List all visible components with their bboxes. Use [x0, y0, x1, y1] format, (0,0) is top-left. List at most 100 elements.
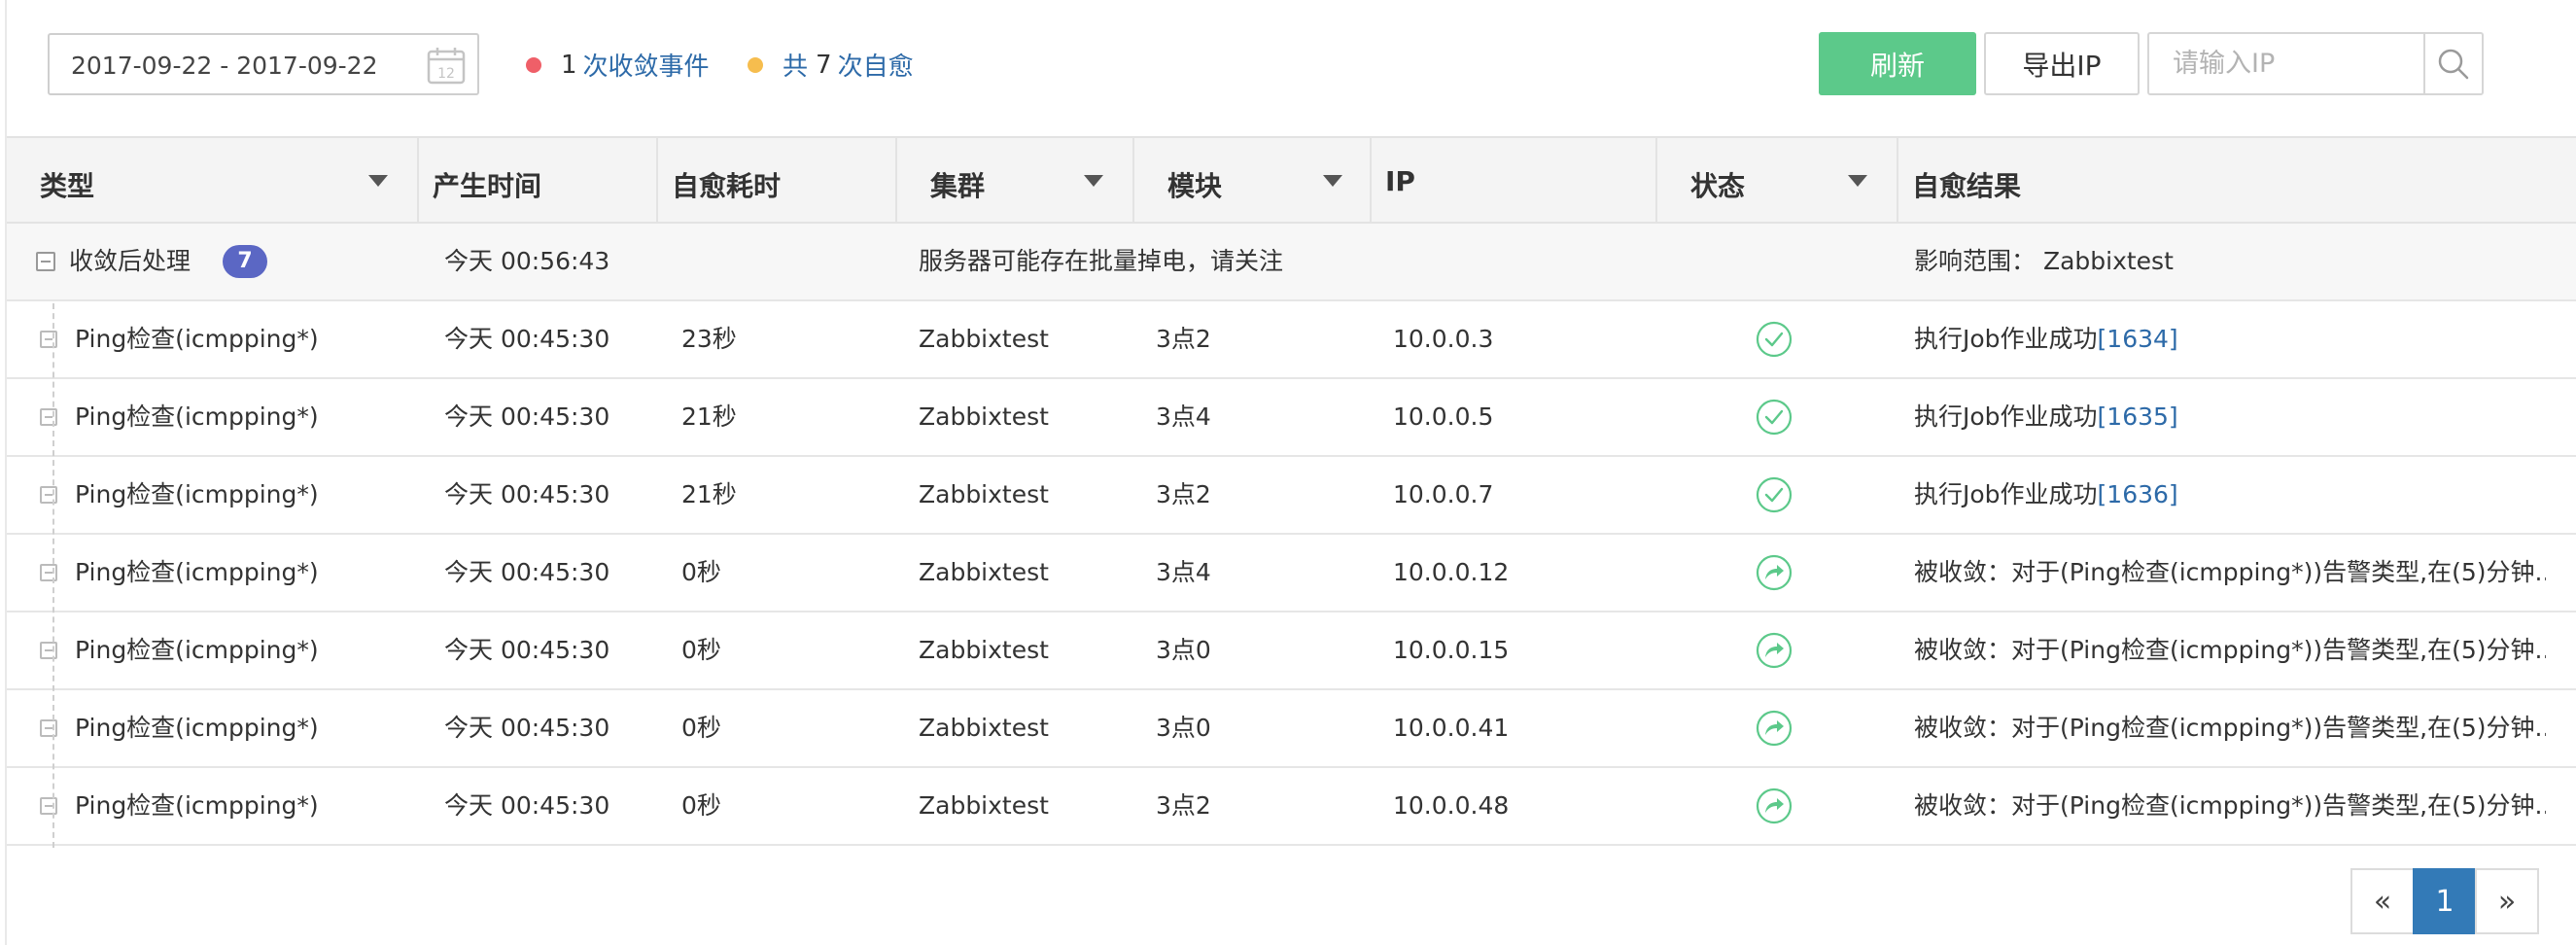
converge-legend: 1 次收敛事件 [526, 47, 710, 83]
group-scope: 影响范围： Zabbixtest [1914, 247, 2174, 275]
table-row[interactable]: Ping检查(icmpping*) 今天 00:45:30 0秒 Zabbixtest… [7, 612, 2576, 690]
row-type: Ping检查(icmpping*) [75, 558, 319, 586]
row-ip: 10.0.0.12 [1393, 558, 1510, 586]
row-result: 被收敛：对于(Ping检查(icmpping*))告警类型,在(5)分钟... [1914, 690, 2546, 766]
cluster-filter-caret[interactable] [1084, 175, 1103, 187]
row-duration: 23秒 [681, 325, 737, 353]
row-time: 今天 00:45:30 [444, 791, 610, 820]
row-ip: 10.0.0.5 [1393, 402, 1494, 431]
table-row[interactable]: Ping检查(icmpping*) 今天 00:45:30 21秒 Zabbixtes… [7, 379, 2576, 457]
success-check-icon [1756, 399, 1793, 436]
row-module: 3点2 [1156, 480, 1211, 508]
converged-share-icon [1756, 710, 1793, 747]
ip-search-input[interactable] [2149, 34, 2425, 93]
row-result-text: 被收敛：对于(Ping检查(icmpping*))告警类型,在(5)分钟... [1914, 636, 2546, 664]
row-module: 3点2 [1156, 325, 1211, 353]
row-time: 今天 00:45:30 [444, 714, 610, 742]
row-time: 今天 00:45:30 [444, 636, 610, 664]
row-toggle[interactable] [40, 564, 57, 581]
row-result: 被收敛：对于(Ping检查(icmpping*))告警类型,在(5)分钟... [1914, 535, 2546, 611]
row-ip: 10.0.0.3 [1393, 325, 1494, 353]
row-duration: 0秒 [681, 791, 721, 820]
heal-legend: 共 7 次自愈 [748, 47, 914, 83]
heal-dot [748, 56, 763, 73]
row-result-text: 执行Job作业成功 [1914, 402, 2098, 431]
row-duration: 21秒 [681, 480, 737, 508]
row-module: 3点0 [1156, 714, 1211, 742]
group-message: 服务器可能存在批量掉电，请关注 [919, 247, 1284, 275]
job-id-link[interactable]: [1634] [2098, 325, 2178, 353]
row-ip: 10.0.0.7 [1393, 480, 1494, 508]
module-filter-caret[interactable] [1323, 175, 1342, 187]
heal-count: 7 [816, 50, 832, 80]
search-icon [2438, 49, 2469, 79]
column-module: 模块 [1134, 138, 1372, 224]
alarm-panel: 2017-09-22 - 2017-09-22 12 1 次收敛事件 共 7 次… [5, 0, 2576, 945]
row-toggle[interactable] [40, 642, 57, 659]
row-result: 执行Job作业成功[1635] [1914, 379, 2178, 455]
row-ip: 10.0.0.48 [1393, 791, 1510, 820]
row-type: Ping检查(icmpping*) [75, 325, 319, 353]
column-cluster: 集群 [897, 138, 1134, 224]
type-filter-caret[interactable] [368, 175, 388, 187]
prev-page-button[interactable]: « [2350, 868, 2415, 934]
row-cluster: Zabbixtest [919, 325, 1049, 353]
row-toggle[interactable] [40, 486, 57, 504]
ip-search [2147, 32, 2484, 95]
calendar-icon[interactable]: 12 [427, 46, 466, 85]
job-id-link[interactable]: [1636] [2098, 480, 2178, 508]
table-row[interactable]: Ping检查(icmpping*) 今天 00:45:30 0秒 Zabbixtest… [7, 768, 2576, 846]
next-page-button[interactable]: » [2475, 868, 2539, 934]
column-result: 自愈结果 [1912, 170, 2022, 202]
table-row[interactable]: Ping检查(icmpping*) 今天 00:45:30 23秒 Zabbixtes… [7, 301, 2576, 379]
row-type: Ping检查(icmpping*) [75, 636, 319, 664]
table-row[interactable]: Ping检查(icmpping*) 今天 00:45:30 0秒 Zabbixtest… [7, 690, 2576, 768]
row-time: 今天 00:45:30 [444, 480, 610, 508]
row-result-text: 执行Job作业成功 [1914, 325, 2098, 353]
converge-dot [526, 56, 541, 73]
success-check-icon [1756, 476, 1793, 513]
converged-share-icon [1756, 632, 1793, 669]
row-result-text: 被收敛：对于(Ping检查(icmpping*))告警类型,在(5)分钟... [1914, 714, 2546, 742]
table-row[interactable]: Ping检查(icmpping*) 今天 00:45:30 21秒 Zabbixtes… [7, 457, 2576, 535]
row-result: 执行Job作业成功[1636] [1914, 457, 2178, 533]
pagination: « 1 » [2350, 868, 2539, 934]
row-cluster: Zabbixtest [919, 558, 1049, 586]
row-cluster: Zabbixtest [919, 714, 1049, 742]
heal-prefix[interactable]: 共 [783, 47, 808, 83]
collapse-group-toggle[interactable] [36, 252, 55, 271]
row-duration: 21秒 [681, 402, 737, 431]
row-result-text: 被收敛：对于(Ping检查(icmpping*))告警类型,在(5)分钟... [1914, 791, 2546, 820]
tree-guide-line [52, 303, 54, 848]
refresh-button[interactable]: 刷新 [1819, 32, 1976, 95]
row-duration: 0秒 [681, 558, 721, 586]
row-toggle[interactable] [40, 719, 57, 737]
search-button[interactable] [2423, 34, 2482, 93]
table-row[interactable]: Ping检查(icmpping*) 今天 00:45:30 0秒 Zabbixtest… [7, 535, 2576, 612]
page-button-current[interactable]: 1 [2413, 868, 2477, 934]
converged-share-icon [1756, 554, 1793, 591]
table-header: 类型 产生时间 自愈耗时 集群 模块 IP 状态 自愈结果 [7, 136, 2576, 224]
toolbar: 2017-09-22 - 2017-09-22 12 1 次收敛事件 共 7 次… [7, 0, 2576, 136]
heal-events-link[interactable]: 次自愈 [838, 47, 914, 83]
converge-events-link[interactable]: 次收敛事件 [583, 47, 710, 83]
row-duration: 0秒 [681, 636, 721, 664]
column-status: 状态 [1657, 138, 1898, 224]
row-time: 今天 00:45:30 [444, 325, 610, 353]
group-row[interactable]: 收敛后处理 7 今天 00:56:43 服务器可能存在批量掉电，请关注 影响范围… [7, 224, 2576, 301]
export-ip-button[interactable]: 导出IP [1984, 32, 2140, 95]
row-toggle[interactable] [40, 408, 57, 426]
row-toggle[interactable] [40, 797, 57, 815]
converge-count: 1 [561, 50, 577, 80]
column-time: 产生时间 [419, 138, 658, 224]
row-type: Ping检查(icmpping*) [75, 402, 319, 431]
group-type: 收敛后处理 [69, 247, 191, 275]
row-type: Ping检查(icmpping*) [75, 791, 319, 820]
row-toggle[interactable] [40, 331, 57, 348]
row-time: 今天 00:45:30 [444, 558, 610, 586]
job-id-link[interactable]: [1635] [2098, 402, 2178, 431]
date-range-picker[interactable]: 2017-09-22 - 2017-09-22 12 [48, 33, 479, 95]
status-filter-caret[interactable] [1848, 175, 1867, 187]
row-result-text: 执行Job作业成功 [1914, 480, 2098, 508]
row-cluster: Zabbixtest [919, 402, 1049, 431]
